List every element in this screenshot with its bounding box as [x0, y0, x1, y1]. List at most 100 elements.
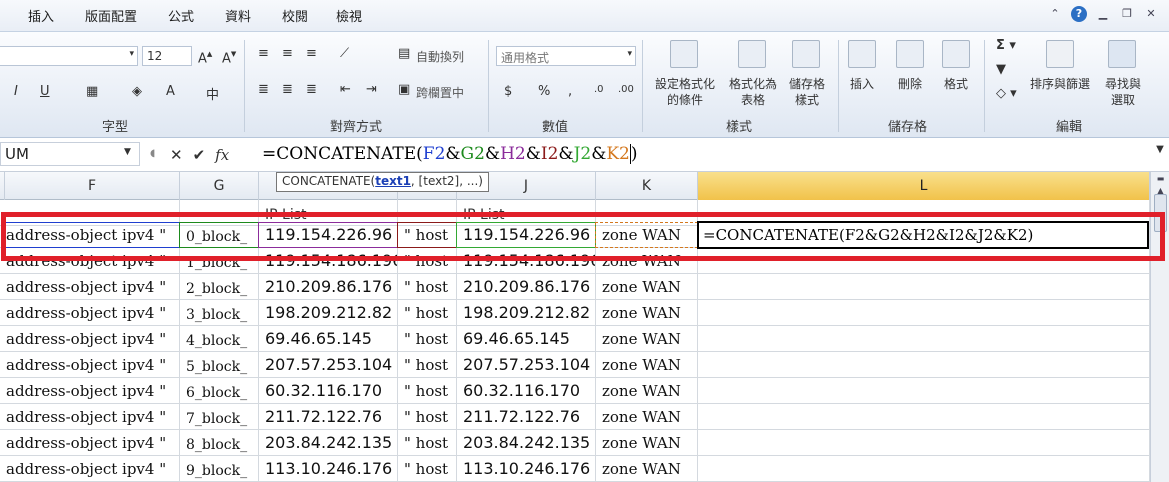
cell-l[interactable] — [698, 248, 1150, 274]
cell-f[interactable]: address-object ipv4 " — [0, 404, 180, 430]
conditional-format-button[interactable]: 設定格式化 的條件 — [648, 76, 722, 108]
wrap-text-button[interactable]: 自動換列 — [416, 48, 464, 65]
tooltip-arg1[interactable]: text1 — [375, 174, 411, 188]
align-left-icon[interactable]: ≣ — [258, 82, 269, 97]
cell-f[interactable]: address-object ipv4 " — [0, 300, 180, 326]
merge-center-icon[interactable]: ▣ — [398, 82, 410, 97]
ribbon-minimize-icon[interactable]: ⌃ — [1047, 6, 1063, 22]
insert-function-icon[interactable]: fx — [215, 146, 229, 164]
cell-l[interactable] — [698, 456, 1150, 482]
expand-formula-bar-icon[interactable]: ▼ — [1153, 144, 1167, 164]
clear-icon[interactable]: ◇ ▾ — [996, 86, 1017, 101]
cell-f[interactable]: address-object ipv4 " — [0, 352, 180, 378]
shrink-font-icon[interactable]: A▾ — [222, 47, 236, 66]
cell-l[interactable] — [698, 378, 1150, 404]
cell-f[interactable]: address-object ipv4 " — [0, 378, 180, 404]
sort-filter-button[interactable]: 排序與篩選 — [1024, 76, 1096, 92]
font-color-icon[interactable]: A — [166, 84, 175, 99]
underline-icon[interactable]: U — [40, 84, 50, 99]
cell-h[interactable]: 69.46.65.145 — [259, 326, 398, 352]
cell-j[interactable]: 210.209.86.176 — [457, 274, 596, 300]
format-cells-button[interactable]: 格式 — [936, 76, 976, 92]
cell-i[interactable]: " host — [398, 404, 457, 430]
window-restore-icon[interactable]: ❐ — [1119, 6, 1135, 22]
cell-k[interactable]: zone WAN — [596, 404, 698, 430]
cell-g[interactable]: 9_block_ — [180, 456, 259, 482]
fill-color-icon[interactable]: ◈ — [132, 84, 142, 99]
formula-input[interactable]: =CONCATENATE(F2&G2&H2&I2&J2&K2) — [262, 144, 638, 164]
border-icon[interactable]: ▦ — [86, 84, 98, 99]
active-cell-l2[interactable]: =CONCATENATE(F2&G2&H2&I2&J2&K2) — [697, 221, 1149, 249]
cell-j[interactable]: 69.46.65.145 — [457, 326, 596, 352]
cell-h[interactable]: 207.57.253.104 — [259, 352, 398, 378]
cell-k[interactable]: zone WAN — [596, 274, 698, 300]
tab-page-layout[interactable]: 版面配置 — [85, 6, 137, 25]
cell-k[interactable]: zone WAN — [596, 300, 698, 326]
insert-cells-button[interactable]: 插入 — [842, 76, 882, 92]
cell-h[interactable]: 60.32.116.170 — [259, 378, 398, 404]
window-minimize-icon[interactable]: ▁ — [1095, 6, 1111, 22]
cell-h[interactable]: 203.84.242.135 — [259, 430, 398, 456]
column-header-f[interactable]: F — [5, 172, 180, 200]
cell-g[interactable]: 5_block_ — [180, 352, 259, 378]
cell-j[interactable]: 211.72.122.76 — [457, 404, 596, 430]
cell-l[interactable] — [698, 300, 1150, 326]
cell-i[interactable]: " host — [398, 352, 457, 378]
cell-l[interactable] — [698, 404, 1150, 430]
cell-l[interactable] — [698, 352, 1150, 378]
merge-center-button[interactable]: 跨欄置中 — [416, 84, 464, 101]
cell-h[interactable]: 113.10.246.176 — [259, 456, 398, 482]
cell-k[interactable]: zone WAN — [596, 430, 698, 456]
phonetic-icon[interactable]: 中 — [206, 84, 219, 103]
delete-cells-button[interactable]: 刪除 — [890, 76, 930, 92]
currency-icon[interactable]: $ — [504, 84, 512, 99]
cell-l[interactable] — [698, 430, 1150, 456]
cell-i[interactable]: " host — [398, 248, 457, 274]
fill-icon[interactable]: ▼ — [996, 62, 1006, 77]
cell-h[interactable]: 210.209.86.176 — [259, 274, 398, 300]
cell-i[interactable]: " host — [398, 430, 457, 456]
cell-k[interactable]: zone WAN — [596, 378, 698, 404]
cell-f[interactable]: address-object ipv4 " — [0, 222, 180, 248]
cell-h[interactable]: 211.72.122.76 — [259, 404, 398, 430]
increase-indent-icon[interactable]: ⇥ — [366, 82, 377, 97]
cell-f[interactable]: address-object ipv4 " — [0, 274, 180, 300]
cell-i[interactable]: " host — [398, 326, 457, 352]
window-close-icon[interactable]: ✕ — [1143, 6, 1159, 22]
tab-data[interactable]: 資料 — [225, 6, 251, 25]
align-right-icon[interactable]: ≣ — [306, 82, 317, 97]
cell-j[interactable]: 60.32.116.170 — [457, 378, 596, 404]
scroll-up-icon[interactable]: ▲ — [1154, 186, 1167, 198]
column-header-g[interactable]: G — [180, 172, 259, 200]
find-select-button[interactable]: 尋找與 選取 — [1100, 76, 1146, 108]
align-top-icon[interactable]: ≡ — [258, 46, 269, 61]
cell-g[interactable]: 3_block_ — [180, 300, 259, 326]
column-header-k[interactable]: K — [596, 172, 698, 200]
name-box[interactable]: UM — [0, 142, 140, 166]
format-as-table-button[interactable]: 格式化為 表格 — [722, 76, 784, 108]
cell-g[interactable]: 6_block_ — [180, 378, 259, 404]
enter-icon[interactable]: ✔ — [193, 146, 206, 164]
cell-g[interactable]: 7_block_ — [180, 404, 259, 430]
cell-f[interactable]: address-object ipv4 " — [0, 430, 180, 456]
vertical-scrollbar[interactable]: ▬ ▲ — [1150, 172, 1169, 482]
cell-i[interactable]: " host — [398, 222, 457, 248]
italic-icon[interactable]: I — [14, 84, 18, 99]
cell-i[interactable]: " host — [398, 378, 457, 404]
cell-f[interactable]: address-object ipv4 " — [0, 326, 180, 352]
orientation-icon[interactable]: ⟋ — [340, 46, 349, 61]
help-icon[interactable]: ? — [1071, 6, 1087, 22]
tab-view[interactable]: 檢視 — [336, 6, 362, 25]
tab-formulas[interactable]: 公式 — [168, 6, 194, 25]
cell-h[interactable]: 119.154.226.96 — [259, 222, 398, 248]
cell-i[interactable]: " host — [398, 456, 457, 482]
cell-j[interactable]: 113.10.246.176 — [457, 456, 596, 482]
wrap-text-icon[interactable]: ▤ — [398, 46, 410, 61]
cell-l[interactable] — [698, 274, 1150, 300]
percent-icon[interactable]: % — [538, 84, 550, 99]
cancel-icon[interactable]: ✕ — [170, 146, 183, 164]
align-bottom-icon[interactable]: ≡ — [306, 46, 317, 61]
cell-g[interactable]: 0_block_ — [180, 222, 259, 248]
cell-g[interactable]: 2_block_ — [180, 274, 259, 300]
align-center-icon[interactable]: ≣ — [282, 82, 293, 97]
